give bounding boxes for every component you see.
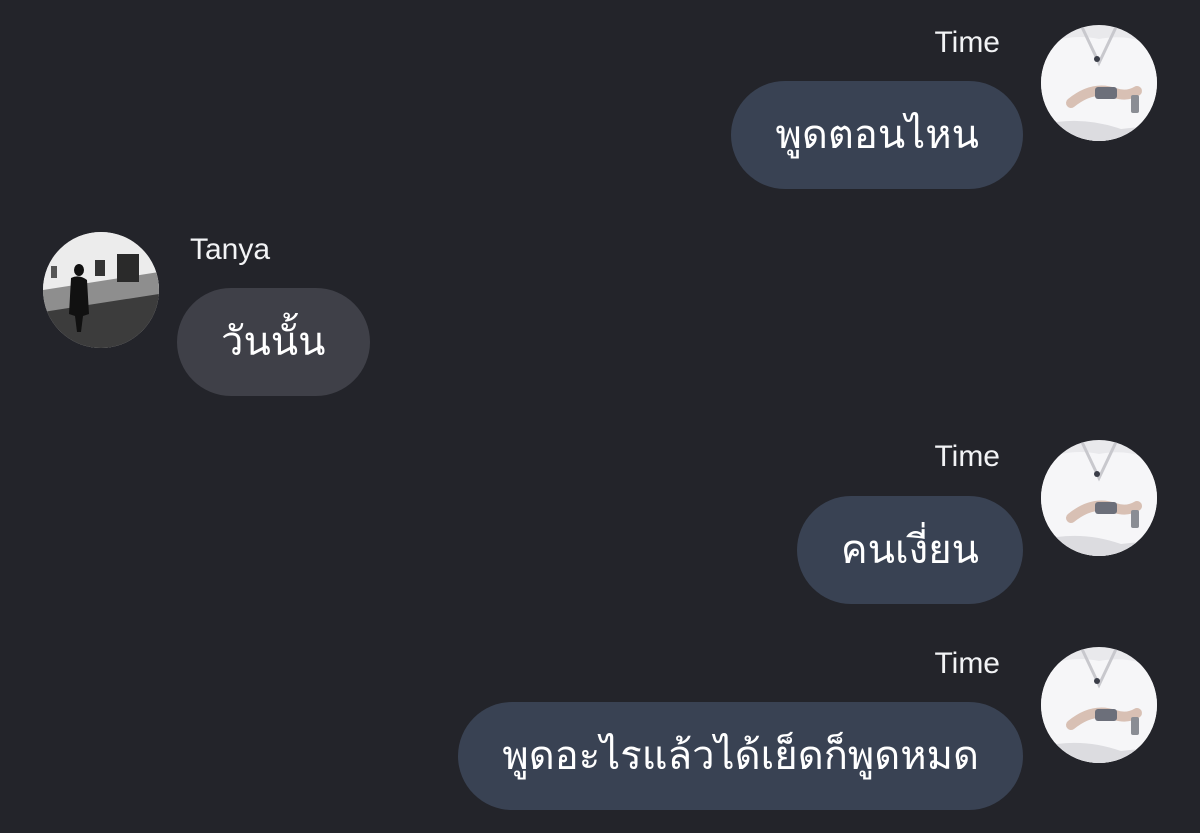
message-bubble-outgoing[interactable]: พูดตอนไหน xyxy=(731,81,1023,189)
gallery-silhouette-avatar-icon xyxy=(43,232,159,348)
message-bubble-outgoing[interactable]: พูดอะไรแล้วได้เย็ดก็พูดหมด xyxy=(458,702,1023,810)
sender-avatar[interactable] xyxy=(1041,647,1157,763)
person-avatar-icon xyxy=(1041,440,1157,556)
person-avatar-icon xyxy=(1041,25,1157,141)
sender-name: Time xyxy=(934,647,1000,680)
person-avatar-icon xyxy=(1041,647,1157,763)
sender-name: Time xyxy=(934,26,1000,59)
sender-avatar[interactable] xyxy=(43,232,159,348)
sender-avatar[interactable] xyxy=(1041,440,1157,556)
sender-name: Time xyxy=(934,440,1000,473)
chat-thread: Time พูดตอนไหน Tanya วันนั้น Time คนเงี่… xyxy=(0,0,1200,833)
sender-avatar[interactable] xyxy=(1041,25,1157,141)
message-bubble-incoming[interactable]: วันนั้น xyxy=(177,288,370,396)
sender-name: Tanya xyxy=(190,233,271,266)
message-bubble-outgoing[interactable]: คนเงี่ยน xyxy=(796,496,1023,604)
